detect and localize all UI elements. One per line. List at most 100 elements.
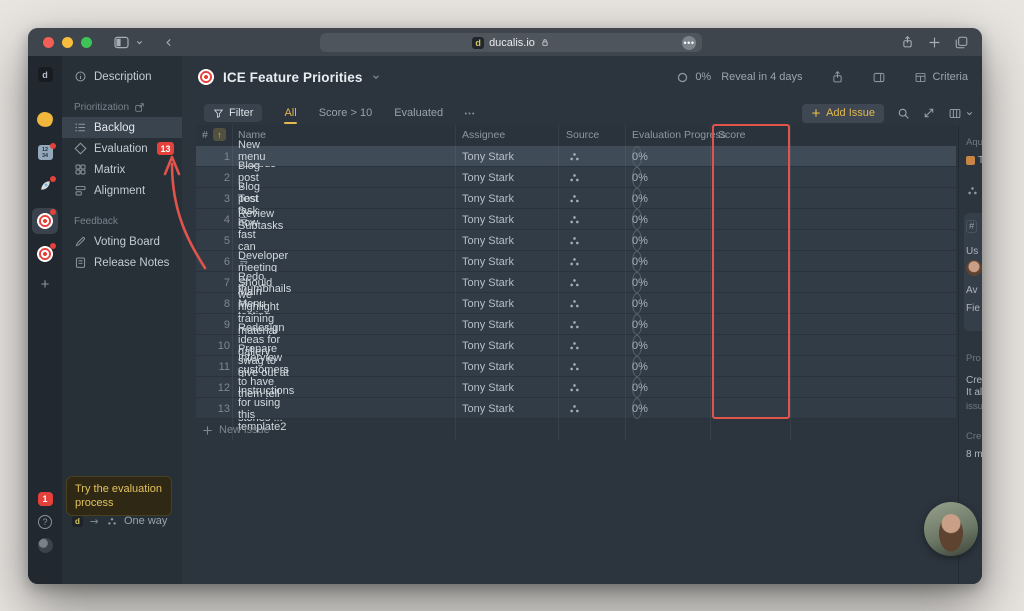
- evaluation-tooltip: Try the evaluation process: [66, 476, 172, 516]
- title-chevron-down-icon[interactable]: [371, 72, 381, 82]
- extensions-more-icon[interactable]: •••: [682, 36, 696, 50]
- asana-source-icon[interactable]: [568, 209, 581, 230]
- asana-source-icon[interactable]: [568, 146, 581, 167]
- table-row[interactable]: 7Redo thumbnailsTony Stark0%: [196, 272, 956, 293]
- filter-tab-evaluated[interactable]: Evaluated: [394, 107, 443, 119]
- sidebar-item-release-notes[interactable]: Release Notes: [62, 252, 182, 273]
- list-icon: [74, 121, 87, 134]
- ducalis-logo[interactable]: d: [28, 67, 62, 82]
- search-icon[interactable]: [897, 107, 910, 120]
- panel-toggle-icon[interactable]: [872, 71, 886, 84]
- share-icon[interactable]: [901, 35, 914, 49]
- table-row[interactable]: 2Blog post 4Tony Stark0%: [196, 167, 956, 188]
- close-window-button[interactable]: [43, 37, 54, 48]
- filter-tab-all[interactable]: All: [284, 107, 296, 119]
- sidebar-item-evaluation[interactable]: Evaluation13: [62, 138, 182, 159]
- asana-source-icon[interactable]: [568, 167, 581, 188]
- sidebar-item-label: Matrix: [94, 164, 125, 176]
- more-filters-icon[interactable]: [463, 107, 476, 120]
- sidebar-item-backlog[interactable]: Backlog: [62, 117, 182, 138]
- assignee-name: Tony Stark: [462, 188, 514, 209]
- add-board-button[interactable]: +: [28, 278, 62, 292]
- progress-value: 0%: [632, 251, 648, 272]
- issue-name: Test task how fast can we upload it: [238, 230, 271, 251]
- row-number: 8: [196, 293, 230, 314]
- sidebar-item-alignment[interactable]: Alignment: [62, 180, 182, 201]
- board-icon-dart-active[interactable]: [28, 213, 62, 229]
- asana-source-icon[interactable]: [568, 230, 581, 251]
- table-row[interactable]: 6Developer meetingTony Stark0%: [196, 251, 956, 272]
- table-row[interactable]: 3Blog post 2Tony Stark0%: [196, 188, 956, 209]
- sidebar-item-voting-board[interactable]: Voting Board: [62, 231, 182, 252]
- col-header-assignee[interactable]: Assignee: [462, 129, 505, 141]
- share-board-icon[interactable]: [831, 70, 844, 84]
- asana-source-icon[interactable]: [568, 356, 581, 377]
- sidebar-item-label: Voting Board: [94, 236, 160, 248]
- user-menu-icon[interactable]: [28, 538, 62, 553]
- table-row[interactable]: 8Main Menu testingTony Stark0%: [196, 293, 956, 314]
- table-row[interactable]: 10Redesign ideas for gallery pageTony St…: [196, 335, 956, 356]
- col-header-num[interactable]: #: [202, 129, 208, 141]
- browser-window: d ducalis.io ••• d 1234: [28, 28, 982, 584]
- asana-source-icon[interactable]: [568, 251, 581, 272]
- minimize-window-button[interactable]: [62, 37, 73, 48]
- notification-dot: [50, 143, 56, 149]
- table-row[interactable]: 13Instructions for using this template2T…: [196, 398, 956, 419]
- tab-overview-icon[interactable]: [955, 35, 968, 49]
- notes-icon: [74, 256, 87, 269]
- assignee-name: Tony Stark: [462, 209, 514, 230]
- address-bar[interactable]: d ducalis.io •••: [320, 33, 702, 52]
- criteria-icon[interactable]: [914, 71, 927, 84]
- add-issue-button[interactable]: Add Issue: [802, 104, 884, 123]
- asana-source-icon[interactable]: [568, 293, 581, 314]
- expand-icon[interactable]: [923, 107, 935, 119]
- sort-ascending-icon[interactable]: ↑: [213, 128, 226, 141]
- criteria-label[interactable]: Criteria: [933, 71, 968, 83]
- grid-icon: [74, 163, 87, 176]
- main-panel: ICE Feature Priorities 0% Reveal in 4 da…: [182, 56, 982, 584]
- asana-source-icon[interactable]: [568, 335, 581, 356]
- table-row[interactable]: 1New menu settingsTony Stark0%: [196, 146, 956, 167]
- table-row[interactable]: 9Should we highlight training material i…: [196, 314, 956, 335]
- table-row[interactable]: 5Test task how fast can we upload itTony…: [196, 230, 956, 251]
- asana-source-icon[interactable]: [568, 398, 581, 419]
- help-button[interactable]: ?: [28, 515, 62, 529]
- table-row[interactable]: 4Review SubtasksTony Stark0%: [196, 209, 956, 230]
- asana-source-icon[interactable]: [568, 314, 581, 335]
- asana-source-icon[interactable]: [568, 188, 581, 209]
- new-tab-icon[interactable]: [928, 35, 941, 49]
- board-icon-dart[interactable]: [28, 246, 62, 262]
- asana-source-icon[interactable]: [568, 272, 581, 293]
- filter-button[interactable]: Filter: [204, 104, 262, 122]
- sidebar-item-matrix[interactable]: Matrix: [62, 159, 182, 180]
- col-header-source[interactable]: Source: [566, 129, 599, 141]
- row-number: 3: [196, 188, 230, 209]
- board-icon-rocket[interactable]: [28, 178, 62, 193]
- section-label: Prioritization: [74, 102, 129, 113]
- zoom-window-button[interactable]: [81, 37, 92, 48]
- progress-value: 0%: [632, 209, 648, 230]
- lock-icon: [540, 37, 550, 48]
- board-icon-wave[interactable]: [28, 112, 62, 127]
- notification-count-badge[interactable]: 1: [28, 492, 62, 506]
- sidebar-section-prioritization: Prioritization: [62, 97, 182, 117]
- asana-source-icon[interactable]: [568, 377, 581, 398]
- export-icon[interactable]: [134, 102, 145, 113]
- sidebar-item-description[interactable]: Description: [62, 66, 182, 87]
- filter-tab-score[interactable]: Score > 10: [319, 107, 373, 119]
- table-header-row: # ↑ Name Assignee Source Evaluation Prog…: [196, 125, 956, 146]
- table-row[interactable]: 11Prepare swag to give out at conference…: [196, 356, 956, 377]
- back-button[interactable]: [164, 37, 174, 48]
- column-divider: [232, 125, 233, 440]
- chevron-down-icon[interactable]: [135, 38, 144, 47]
- user-avatar[interactable]: [924, 502, 978, 556]
- reveal-countdown[interactable]: Reveal in 4 days: [721, 71, 802, 83]
- browser-sidebar-toggle-icon[interactable]: [114, 36, 129, 49]
- columns-settings-icon[interactable]: [948, 107, 974, 120]
- board-icon-numbers[interactable]: 1234: [28, 145, 62, 160]
- sidebar-item-label: Alignment: [94, 185, 145, 197]
- sync-status-row[interactable]: d One way: [72, 515, 167, 527]
- column-divider: [455, 125, 456, 440]
- table-row[interactable]: 12Interview customers to have them tell …: [196, 377, 956, 398]
- new-issue-button[interactable]: New issue: [202, 424, 270, 436]
